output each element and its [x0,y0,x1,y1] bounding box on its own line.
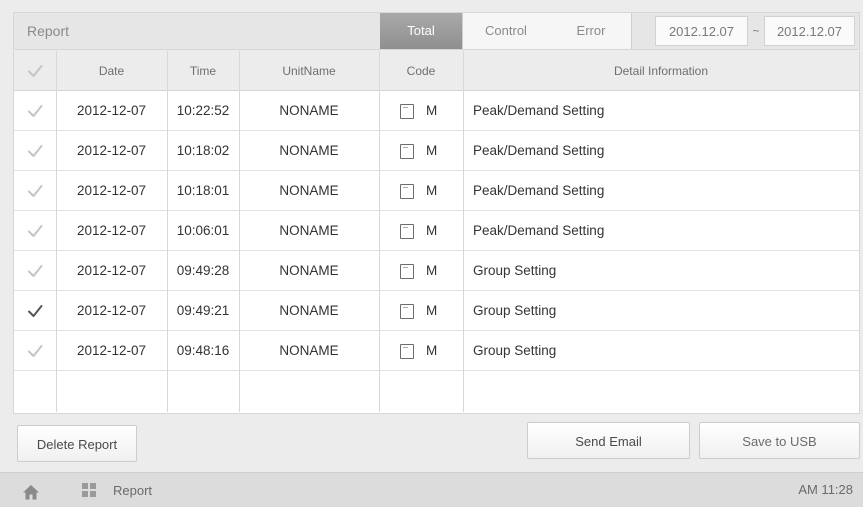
document-icon [400,344,414,359]
cell-unitname: NONAME [279,103,339,118]
send-email-button[interactable]: Send Email [527,422,690,459]
document-icon [400,224,414,239]
home-icon[interactable] [22,483,40,501]
table-row[interactable]: 2012-12-07 09:48:16 NONAME M Group Setting [14,331,859,371]
cell-code: M [379,291,463,331]
column-divider [167,51,168,412]
table-row[interactable]: 2012-12-07 10:18:01 NONAME M Peak/Demand Set… [14,171,859,211]
clock: AM 11:28 [798,482,853,497]
table-row[interactable]: 2012-12-07 09:49:28 NONAME M Group Setting [14,251,859,291]
row-check-icon[interactable] [26,342,44,360]
cell-date: 2012-12-07 [76,143,147,158]
cell-code: M [379,331,463,371]
column-divider [56,51,57,412]
cell-date: 2012-12-07 [76,223,147,238]
document-icon [400,304,414,319]
cell-time: 10:18:02 [176,143,230,158]
cell-detail: Peak/Demand Setting [473,183,605,198]
column-divider [379,51,380,412]
tab-control[interactable]: Control [463,13,549,49]
cell-unitname: NONAME [279,343,339,358]
table-header: Date Time UnitName Code Detail Informati… [14,51,859,91]
code-letter: M [426,143,438,158]
cell-detail: Group Setting [473,303,557,318]
column-header-code: Code [406,64,436,78]
document-icon [400,264,414,279]
date-from-field[interactable]: 2012.12.07 [655,16,748,46]
row-check-icon[interactable] [26,222,44,240]
row-check-icon[interactable] [26,102,44,120]
cell-time: 10:18:01 [176,183,230,198]
tab-error[interactable]: Error [549,13,633,49]
cell-time: 09:48:16 [176,343,230,358]
cell-date: 2012-12-07 [76,343,147,358]
bottom-bar: Report AM 11:28 [0,472,863,507]
row-check-icon[interactable] [26,182,44,200]
cell-date: 2012-12-07 [76,263,147,278]
cell-code: M [379,211,463,251]
cell-unitname: NONAME [279,143,339,158]
cell-detail: Peak/Demand Setting [473,103,605,118]
cell-code: M [379,91,463,131]
code-letter: M [426,343,438,358]
save-to-usb-button[interactable]: Save to USB [699,422,860,459]
cell-code: M [379,131,463,171]
page-title: Report [27,23,70,39]
table-row-empty [14,371,859,411]
cell-time: 10:22:52 [176,103,230,118]
column-divider [239,51,240,412]
table-row[interactable]: 2012-12-07 10:06:01 NONAME M Peak/Demand Set… [14,211,859,251]
report-table: Date Time UnitName Code Detail Informati… [13,51,860,414]
report-screen: Report Total Control Error 2012.12.07 ~ … [0,0,863,507]
select-all-check-icon[interactable] [26,62,44,80]
cell-unitname: NONAME [279,183,339,198]
cell-unitname: NONAME [279,303,339,318]
cell-detail: Group Setting [473,343,557,358]
tab-total[interactable]: Total [380,13,462,49]
cell-date: 2012-12-07 [76,103,147,118]
cell-date: 2012-12-07 [76,303,147,318]
cell-code: M [379,251,463,291]
date-range-separator: ~ [752,24,760,38]
column-header-unitname: UnitName [282,64,336,78]
report-header: Report Total Control Error 2012.12.07 ~ … [13,12,860,50]
row-check-icon[interactable] [26,142,44,160]
table-row[interactable]: 2012-12-07 10:18:02 NONAME M Peak/Demand Set… [14,131,859,171]
date-to-field[interactable]: 2012.12.07 [764,16,855,46]
cell-detail: Peak/Demand Setting [473,143,605,158]
grid-icon[interactable] [82,483,96,497]
cell-time: 10:06:01 [176,223,230,238]
cell-unitname: NONAME [279,223,339,238]
document-icon [400,104,414,119]
document-icon [400,184,414,199]
column-divider [463,51,464,412]
cell-time: 09:49:21 [176,303,230,318]
document-icon [400,144,414,159]
column-header-detail: Detail Information [613,64,709,78]
cell-date: 2012-12-07 [76,183,147,198]
code-letter: M [426,183,438,198]
breadcrumb: Report [113,483,153,498]
table-row[interactable]: 2012-12-07 10:22:52 NONAME M Peak/Demand Set… [14,91,859,131]
cell-code: M [379,171,463,211]
code-letter: M [426,103,438,118]
delete-report-button[interactable]: Delete Report [17,425,137,462]
cell-detail: Peak/Demand Setting [473,223,605,238]
code-letter: M [426,303,438,318]
cell-time: 09:49:28 [176,263,230,278]
cell-unitname: NONAME [279,263,339,278]
code-letter: M [426,223,438,238]
row-check-icon[interactable] [26,302,44,320]
row-check-icon[interactable] [26,262,44,280]
table-row[interactable]: 2012-12-07 09:49:21 NONAME M Group Setting [14,291,859,331]
tab-group: Control Error [462,13,632,49]
code-letter: M [426,263,438,278]
cell-detail: Group Setting [473,263,557,278]
column-header-time: Time [189,64,217,78]
column-header-date: Date [98,64,125,78]
